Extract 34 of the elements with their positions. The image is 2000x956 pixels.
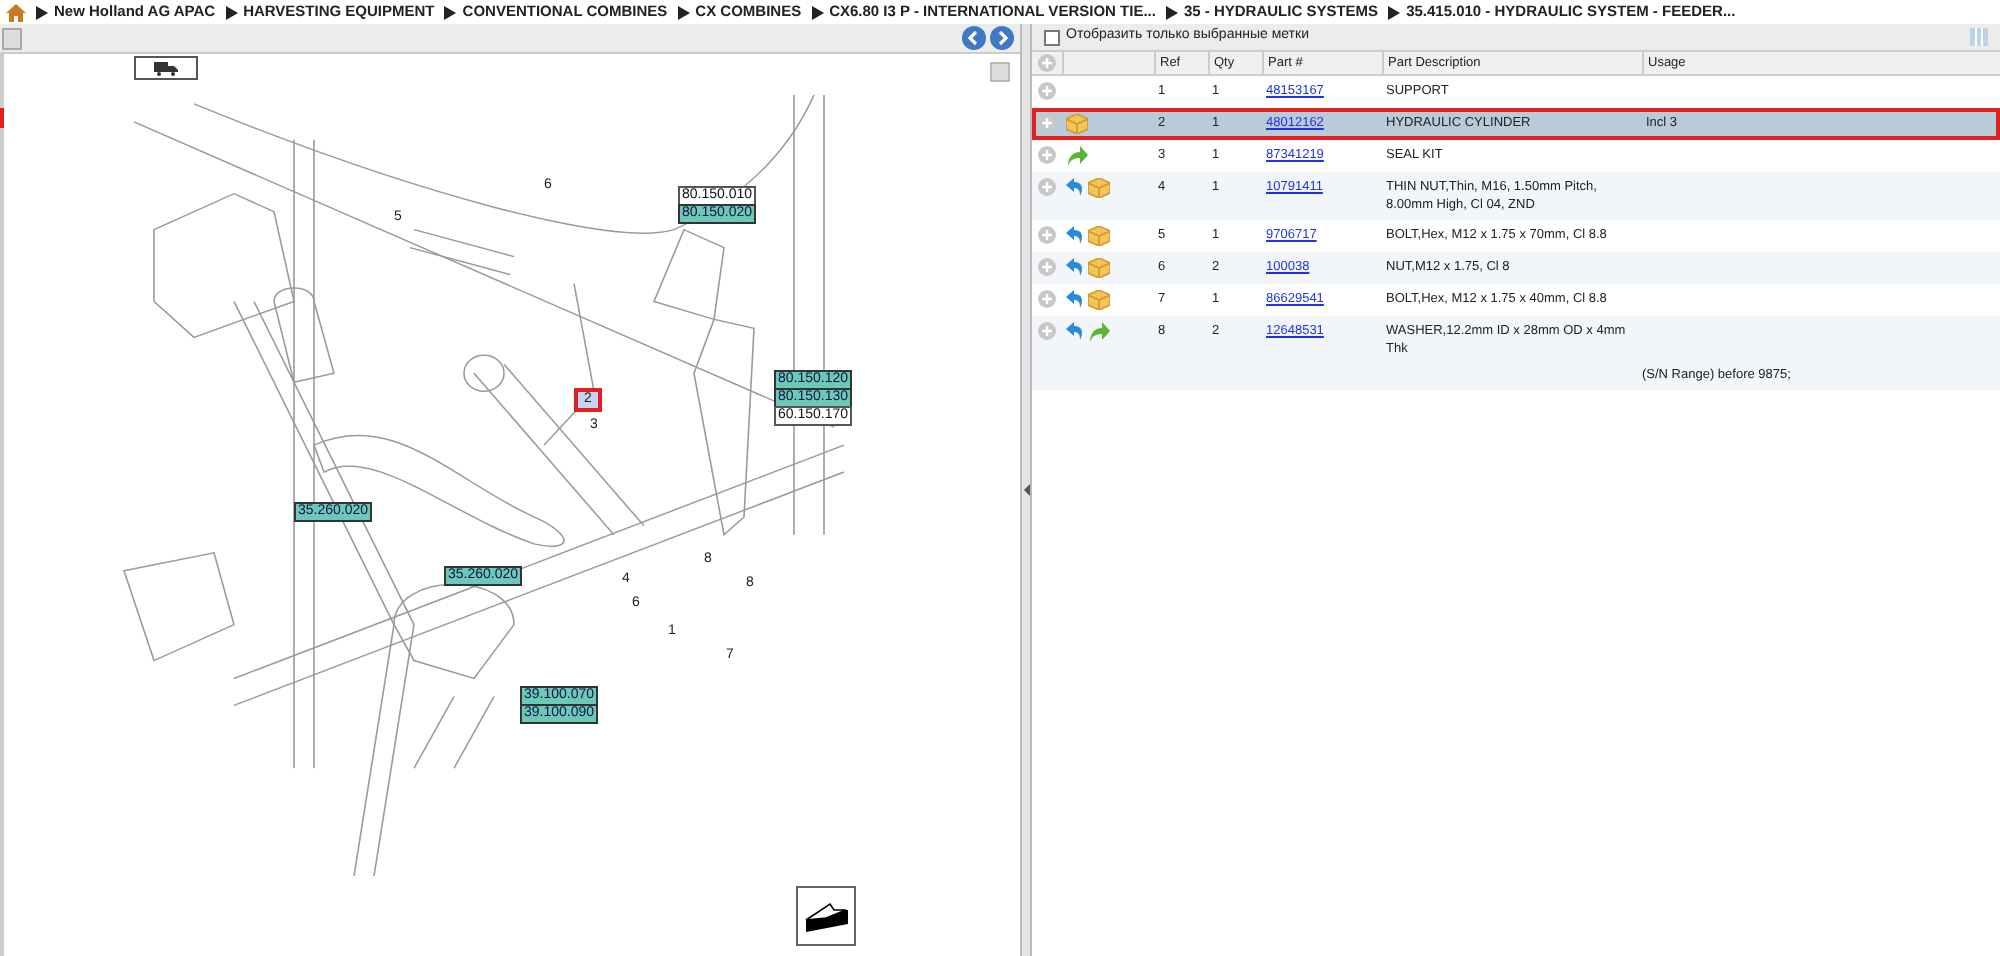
package-icon xyxy=(1088,257,1110,278)
package-icon xyxy=(1088,289,1110,310)
add-icon[interactable] xyxy=(1038,145,1056,164)
scroll-square[interactable] xyxy=(990,62,1010,82)
add-icon[interactable] xyxy=(1038,177,1056,196)
triangle-icon xyxy=(225,5,238,19)
triangle-icon xyxy=(677,5,690,19)
triangle-icon xyxy=(1165,5,1178,19)
add-icon[interactable] xyxy=(1038,225,1056,244)
package-icon xyxy=(1066,113,1088,134)
add-icon[interactable] xyxy=(1038,54,1056,72)
truck-view-button[interactable] xyxy=(134,56,198,80)
add-icon[interactable] xyxy=(1038,289,1056,308)
selection-marker xyxy=(0,108,4,128)
triangle-icon xyxy=(36,5,48,19)
triangle-icon xyxy=(444,5,457,19)
add-icon[interactable] xyxy=(1038,257,1056,276)
package-icon xyxy=(1088,225,1110,246)
columns-icon[interactable] xyxy=(1970,28,1988,46)
add-icon[interactable] xyxy=(1038,82,1056,100)
curved-arrow-icon xyxy=(1088,321,1110,342)
triangle-icon xyxy=(811,5,824,19)
package-icon xyxy=(1088,177,1110,198)
add-icon[interactable] xyxy=(1038,321,1056,340)
exit-view-button[interactable] xyxy=(796,886,856,946)
truck-icon xyxy=(154,61,178,75)
curved-arrow-icon xyxy=(1066,145,1088,166)
panel-toggle-button[interactable] xyxy=(2,27,22,49)
collapse-arrow-icon[interactable] xyxy=(1023,484,1029,496)
add-icon[interactable] xyxy=(1038,113,1056,132)
triangle-icon xyxy=(1388,5,1401,19)
return-arrow-icon xyxy=(1066,178,1084,197)
home-icon[interactable] xyxy=(6,3,26,21)
filter-checkbox[interactable] xyxy=(1044,29,1060,45)
